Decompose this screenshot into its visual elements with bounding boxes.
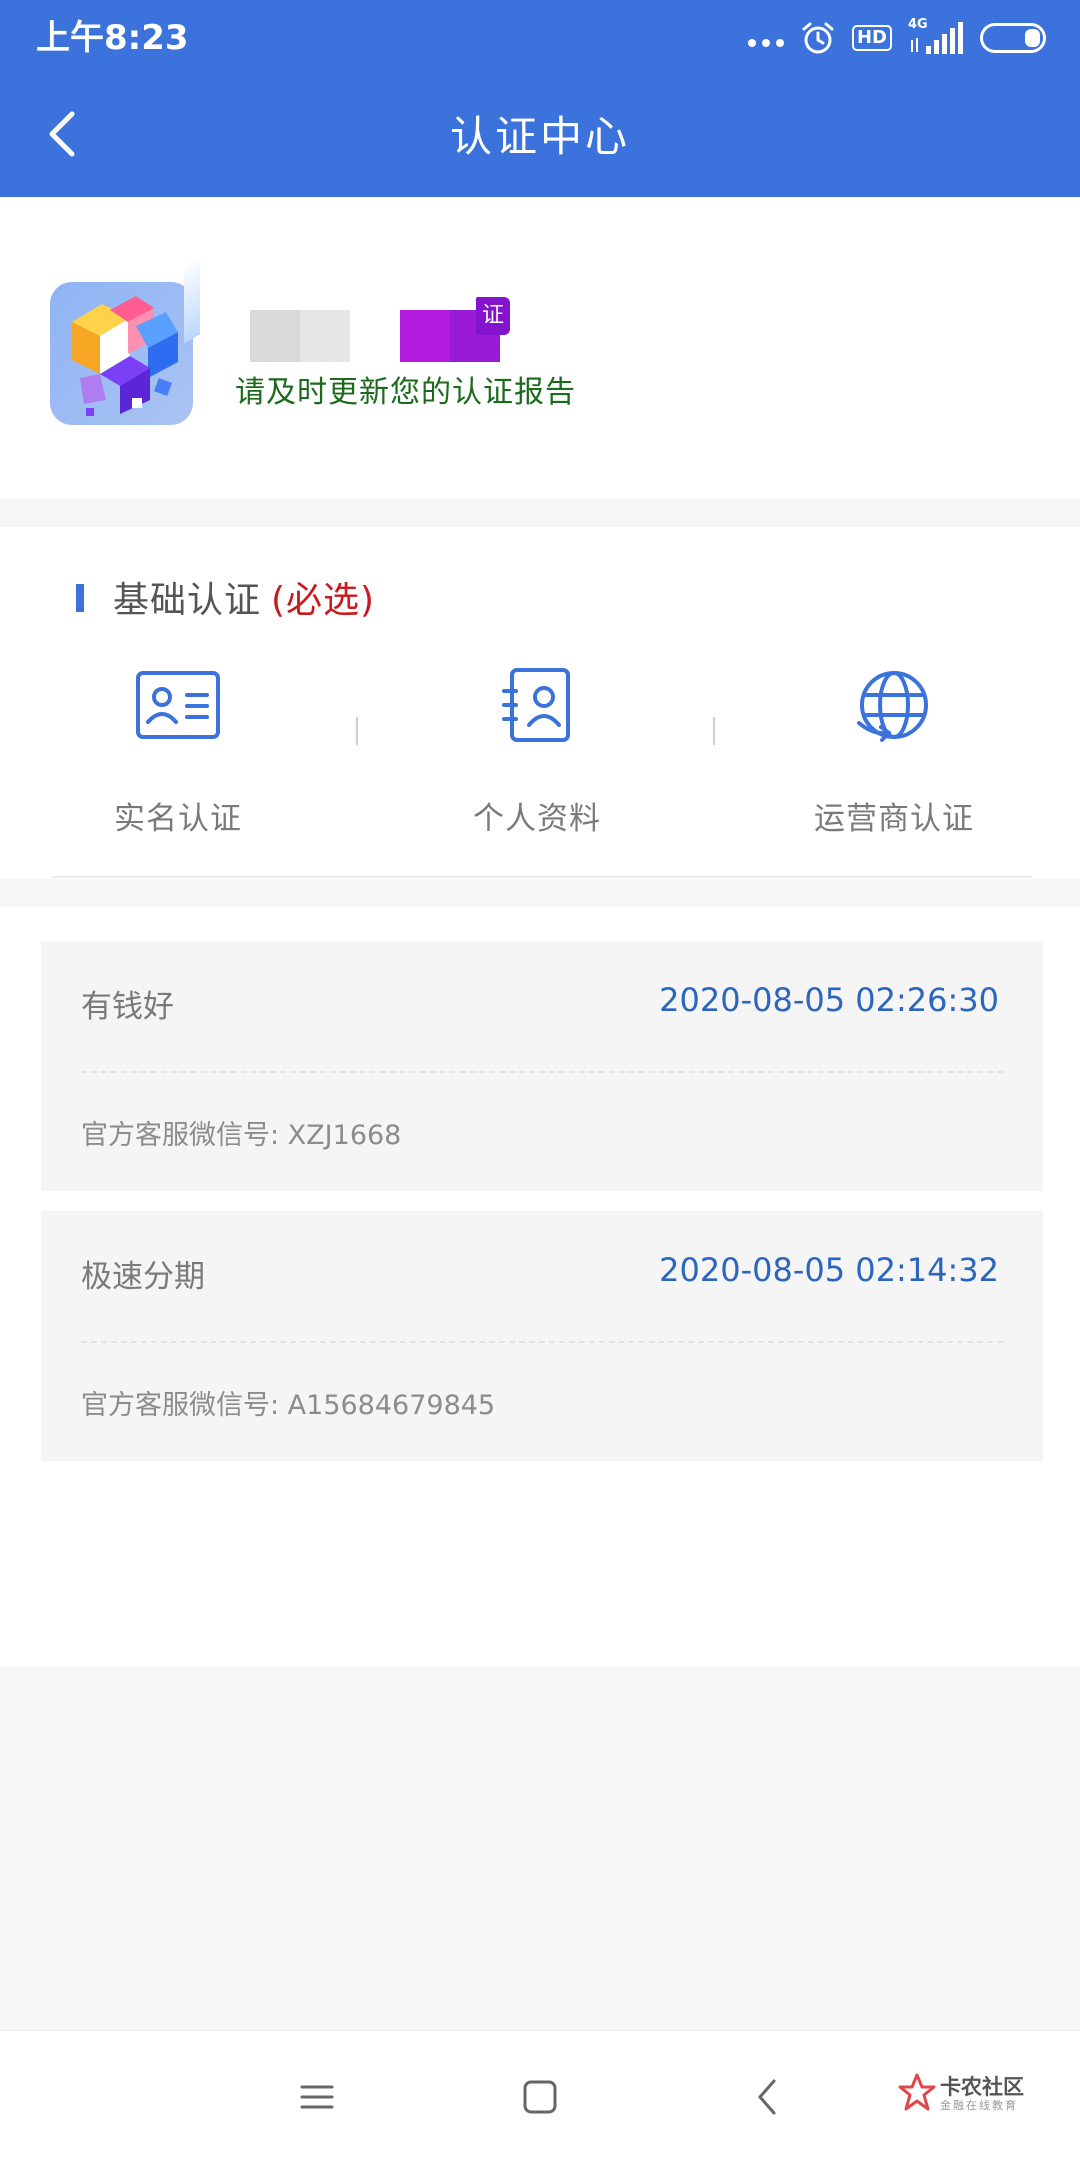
cert-item-label: 运营商认证 (814, 801, 974, 837)
menu-button[interactable] (287, 2067, 347, 2127)
chevron-left-icon (49, 111, 75, 157)
masked-username (250, 310, 500, 362)
cert-item-personal-info[interactable]: 个人资料 (387, 667, 687, 847)
section-accent-bar (76, 584, 84, 612)
divider (713, 717, 715, 745)
profile-document-icon (502, 668, 570, 742)
record-time: 2020-08-05 02:26:30 (659, 981, 999, 1019)
hd-badge-icon: HD (851, 25, 892, 51)
cert-item-label: 实名认证 (114, 801, 242, 837)
system-back-button[interactable] (738, 2067, 798, 2127)
watermark: 卡农社区 金融在线教育 (898, 2071, 1048, 2119)
more-dots-icon (747, 16, 784, 60)
status-bar: 上午8:23 HD 4G (0, 0, 1080, 76)
menu-icon (300, 2085, 334, 2109)
signal-icon: 4G (908, 18, 964, 58)
certified-badge: 证 (476, 297, 510, 335)
record-card[interactable]: 有钱好 2020-08-05 02:26:30 官方客服微信号: XZJ1668 (41, 941, 1043, 1191)
app-logo (50, 282, 193, 425)
status-icons: HD 4G (747, 16, 1046, 60)
status-time: 上午8:23 (36, 18, 189, 58)
section-bottom-line (52, 876, 1032, 878)
record-divider (81, 1071, 1003, 1073)
record-wechat-id: 官方客服微信号: A15684679845 (81, 1390, 496, 1421)
basic-certification-section: 基础认证 (必选) 实名认证 个人资料 运营商认证 (0, 527, 1080, 879)
record-wechat-id: 官方客服微信号: XZJ1668 (81, 1120, 402, 1151)
section-required-tag: (必选) (271, 580, 376, 621)
profile-card: 证 请及时更新您的认证报告 (0, 197, 1080, 499)
kanong-logo-icon (898, 2073, 936, 2111)
top-bar: 上午8:23 HD 4G 认证中心 (0, 0, 1080, 197)
battery-icon (980, 23, 1046, 53)
back-button[interactable] (30, 98, 100, 168)
square-home-icon (523, 2080, 557, 2114)
record-name: 有钱好 (81, 989, 174, 1025)
cert-item-operator[interactable]: 运营商认证 (744, 667, 1044, 847)
id-card-icon (136, 671, 220, 739)
system-navigation-bar: 卡农社区 金融在线教育 (0, 2030, 1080, 2160)
update-reminder-text: 请及时更新您的认证报告 (235, 375, 576, 410)
globe-operator-icon (857, 671, 928, 742)
logo-ribbon (184, 254, 200, 344)
alarm-clock-icon (802, 22, 834, 54)
record-time: 2020-08-05 02:14:32 (659, 1251, 999, 1289)
network-type: 4G (908, 17, 928, 32)
record-card[interactable]: 极速分期 2020-08-05 02:14:32 官方客服微信号: A15684… (41, 1211, 1043, 1461)
navigation-bar: 认证中心 (0, 76, 1080, 197)
watermark-subtitle: 金融在线教育 (940, 2099, 1018, 2112)
section-title-text: 基础认证 (113, 580, 262, 621)
cert-item-real-name[interactable]: 实名认证 (28, 667, 328, 847)
page-title: 认证中心 (449, 112, 630, 161)
records-section: 有钱好 2020-08-05 02:26:30 官方客服微信号: XZJ1668… (0, 907, 1080, 1667)
record-name: 极速分期 (81, 1259, 205, 1295)
record-divider (81, 1341, 1003, 1343)
chevron-left-icon (758, 2079, 776, 2115)
cert-item-label: 个人资料 (473, 801, 601, 837)
section-title: 基础认证 (必选) (113, 571, 375, 623)
home-button[interactable] (510, 2067, 570, 2127)
divider (356, 717, 358, 745)
